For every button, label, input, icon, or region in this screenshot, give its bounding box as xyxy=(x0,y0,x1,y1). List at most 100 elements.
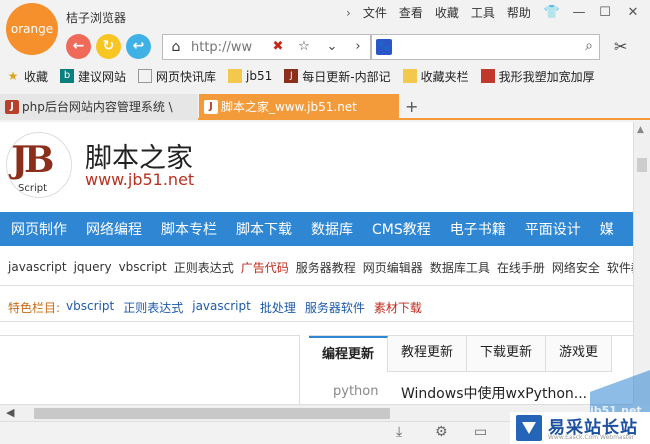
main-nav: 网页制作 网络编程 脚本专栏 脚本下载 数据库 CMS教程 电子书籍 平面设计 … xyxy=(0,212,633,246)
scissors-icon[interactable]: ✂ xyxy=(614,37,627,56)
restore-button[interactable]: ↩ xyxy=(126,34,151,59)
page-icon xyxy=(138,69,153,83)
home-icon[interactable]: ⌂ xyxy=(167,38,185,56)
star-icon[interactable]: ☆ xyxy=(295,38,313,56)
bookmark-item[interactable]: 网页快讯库 xyxy=(138,68,216,85)
scroll-left-icon[interactable]: ◀ xyxy=(6,406,14,419)
article-title[interactable]: Windows中使用wxPython... xyxy=(401,383,587,403)
main-nav-item[interactable]: 媒 xyxy=(600,219,614,239)
bing-icon: b xyxy=(60,69,75,83)
gear-icon[interactable]: ⚙ xyxy=(435,424,448,440)
list-item[interactable]: python Windows中使用wxPython... xyxy=(309,382,633,404)
back-button[interactable]: ← xyxy=(66,34,91,59)
folder-icon xyxy=(402,69,417,83)
featured-link[interactable]: 正则表达式 xyxy=(123,299,183,316)
menu-chevron-icon[interactable]: › xyxy=(340,5,357,21)
site-icon xyxy=(480,69,495,83)
sub-nav: javascript jquery vbscript 正则表达式 广告代码 服务… xyxy=(0,256,633,278)
jb-logo-mark: JB xyxy=(11,139,55,181)
jb-icon: J xyxy=(5,100,19,114)
scroll-thumb[interactable] xyxy=(637,158,647,172)
menu-file[interactable]: 文件 xyxy=(357,5,393,21)
sub-nav-item[interactable]: 数据库工具 xyxy=(430,259,490,276)
menu-help[interactable]: 帮助 xyxy=(501,5,537,21)
logo-subtext: Script xyxy=(18,183,48,194)
menu-tools[interactable]: 工具 xyxy=(465,5,501,21)
tab-download-updates[interactable]: 下载更新 xyxy=(467,336,547,372)
tab-tutorial-updates[interactable]: 教程更新 xyxy=(388,336,468,372)
featured-link[interactable]: 服务器软件 xyxy=(305,299,365,316)
scroll-thumb[interactable] xyxy=(34,408,390,419)
menu-view[interactable]: 查看 xyxy=(393,5,429,21)
bookmark-item[interactable]: jb51 xyxy=(228,69,272,83)
scroll-up-icon[interactable]: ▲ xyxy=(637,125,644,135)
featured-label: 特色栏目: xyxy=(8,301,61,315)
maximize-icon[interactable]: ☐ xyxy=(596,4,614,22)
download-icon[interactable]: ⤓ xyxy=(396,424,402,440)
chevron-down-icon[interactable]: ⌄ xyxy=(323,38,341,56)
tab-programming-updates[interactable]: 编程更新 xyxy=(309,336,389,372)
tab-php-cms[interactable]: Jphp后台网站内容管理系统 \ xyxy=(0,94,198,120)
close-icon[interactable]: ✕ xyxy=(624,4,642,22)
bookmark-item[interactable]: 收藏夹栏 xyxy=(402,68,469,85)
updates-tabs: 编程更新 教程更新 下载更新 游戏更 xyxy=(309,336,613,372)
sub-nav-item[interactable]: javascript xyxy=(8,260,67,274)
featured-links: 特色栏目: vbscript 正则表达式 javascript 批处理 服务器软… xyxy=(8,299,431,316)
minimize-icon[interactable]: — xyxy=(570,4,588,22)
bookmark-item[interactable]: 我形我塑加宽加厚 xyxy=(480,68,595,85)
main-nav-item[interactable]: 脚本专栏 xyxy=(161,219,217,239)
sub-nav-item[interactable]: 正则表达式 xyxy=(174,259,234,276)
watermark-sub: Www.Easck.Com Webmaster xyxy=(548,434,635,441)
sub-nav-item[interactable]: vbscript xyxy=(119,260,167,274)
address-input[interactable] xyxy=(191,38,263,56)
main-nav-item[interactable]: 数据库 xyxy=(311,219,353,239)
bookmark-item[interactable]: J 每日更新-内部记 xyxy=(284,68,391,85)
refresh-button[interactable]: ↻ xyxy=(96,34,121,59)
divider xyxy=(0,285,633,286)
window-icon[interactable]: ▭ xyxy=(474,424,487,440)
featured-link[interactable]: javascript xyxy=(192,299,251,316)
address-bar: ⌂ ✖ ☆ ⌄ › xyxy=(162,34,371,60)
title-bar: orange 桔子浏览器 › 文件 查看 收藏 工具 帮助 👕 — ☐ ✕ xyxy=(0,0,650,55)
featured-link[interactable]: vbscript xyxy=(66,299,114,316)
skin-icon[interactable]: 👕 xyxy=(543,4,561,22)
search-box[interactable]: 🐾 ⌕ xyxy=(371,34,600,60)
stop-icon[interactable]: ✖ xyxy=(269,38,287,56)
menu-bar: › 文件 查看 收藏 工具 帮助 xyxy=(340,5,537,21)
chevron-right-icon[interactable]: › xyxy=(349,38,367,56)
main-nav-item[interactable]: 网络编程 xyxy=(86,219,142,239)
star-icon: ★ xyxy=(7,69,19,83)
tab-jb51[interactable]: J 脚本之家_www.jb51.net xyxy=(199,94,399,120)
main-nav-item[interactable]: CMS教程 xyxy=(372,219,431,239)
main-nav-item[interactable]: 网页制作 xyxy=(11,219,67,239)
sub-nav-item[interactable]: 在线手册 xyxy=(497,259,545,276)
tab-strip: Jphp后台网站内容管理系统 \ J 脚本之家_www.jb51.net + xyxy=(0,94,650,120)
page-viewport: JB Script 脚本之家 www.jb51.net 网页制作 网络编程 脚本… xyxy=(0,122,633,404)
featured-link[interactable]: 素材下载 xyxy=(374,299,422,316)
baidu-icon[interactable]: 🐾 xyxy=(376,39,392,55)
new-tab-button[interactable]: + xyxy=(405,97,418,116)
sub-nav-item[interactable]: 广告代码 xyxy=(241,259,289,276)
folder-icon xyxy=(228,69,243,83)
menu-favorites[interactable]: 收藏 xyxy=(429,5,465,21)
site-logo[interactable]: JB Script xyxy=(6,132,72,198)
sub-nav-item[interactable]: 服务器教程 xyxy=(296,259,356,276)
bookmarks-bar: ★ 收藏 b 建议网站 网页快讯库 jb51 J 每日更新-内部记 收藏夹栏 我形我塑… xyxy=(0,64,650,88)
sub-nav-item[interactable]: 软件教 xyxy=(607,259,633,276)
app-logo: orange xyxy=(6,3,58,55)
article-category[interactable]: python xyxy=(333,384,378,399)
search-icon[interactable]: ⌕ xyxy=(585,38,593,54)
watermark: 易采站长站 Www.Easck.Com Webmaster xyxy=(510,412,650,444)
main-nav-item[interactable]: 电子书籍 xyxy=(450,219,506,239)
main-nav-item[interactable]: 平面设计 xyxy=(525,219,581,239)
bookmark-item[interactable]: b 建议网站 xyxy=(60,68,126,85)
sub-nav-item[interactable]: 网络安全 xyxy=(552,259,600,276)
main-nav-item[interactable]: 脚本下载 xyxy=(236,219,292,239)
watermark-logo-icon xyxy=(516,415,542,441)
left-panel xyxy=(0,335,300,404)
bookmark-item[interactable]: ★ 收藏 xyxy=(6,68,48,85)
featured-link[interactable]: 批处理 xyxy=(260,299,296,316)
sub-nav-item[interactable]: jquery xyxy=(74,260,112,274)
sub-nav-item[interactable]: 网页编辑器 xyxy=(363,259,423,276)
site-url[interactable]: www.jb51.net xyxy=(85,170,194,189)
